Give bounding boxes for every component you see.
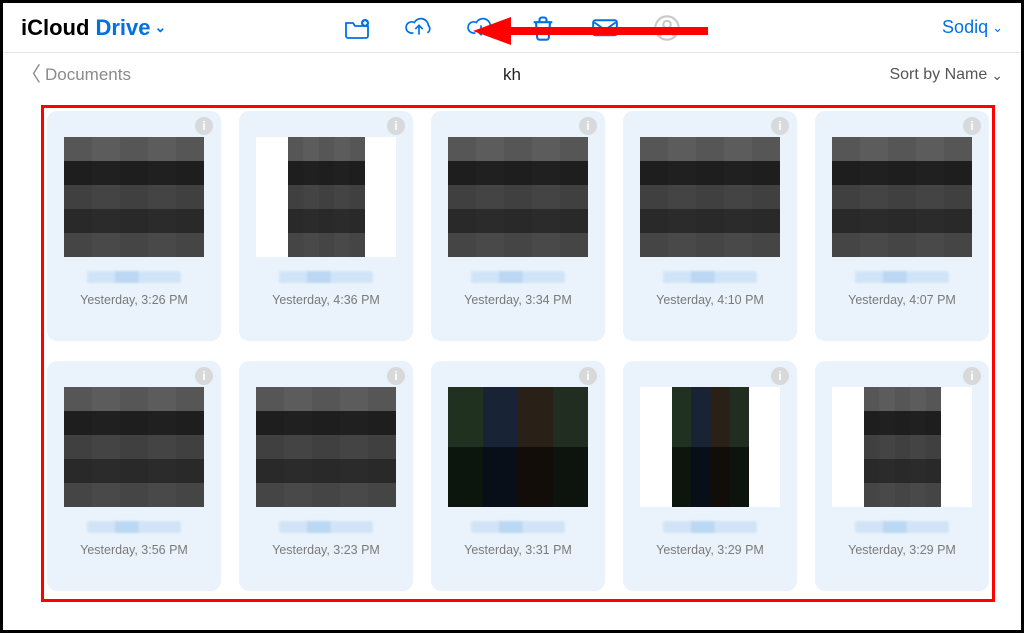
- file-thumbnail: [640, 387, 780, 507]
- file-tile[interactable]: i Yesterday, 3:23 PM: [239, 361, 413, 591]
- file-tile[interactable]: i Yesterday, 4:07 PM: [815, 111, 989, 341]
- cloud-download-icon[interactable]: [467, 15, 495, 41]
- file-name-redacted: [279, 271, 374, 283]
- info-icon[interactable]: i: [963, 367, 981, 385]
- file-timestamp: Yesterday, 4:36 PM: [272, 293, 380, 307]
- file-tile[interactable]: i Yesterday, 3:31 PM: [431, 361, 605, 591]
- file-timestamp: Yesterday, 3:56 PM: [80, 543, 188, 557]
- file-timestamp: Yesterday, 3:34 PM: [464, 293, 572, 307]
- file-timestamp: Yesterday, 4:07 PM: [848, 293, 956, 307]
- file-name-redacted: [663, 271, 758, 283]
- info-icon[interactable]: i: [387, 117, 405, 135]
- info-icon[interactable]: i: [771, 367, 789, 385]
- file-tile[interactable]: i Yesterday, 4:36 PM: [239, 111, 413, 341]
- info-icon[interactable]: i: [771, 117, 789, 135]
- brand-icloud: iCloud: [21, 15, 89, 41]
- file-tile[interactable]: i Yesterday, 3:26 PM: [47, 111, 221, 341]
- file-name-redacted: [87, 521, 182, 533]
- back-label: Documents: [45, 65, 131, 85]
- user-name: Sodiq: [942, 17, 988, 38]
- toolbar-actions: [343, 15, 681, 41]
- chevron-left-icon: 〈: [21, 65, 41, 85]
- file-name-redacted: [855, 271, 950, 283]
- info-icon[interactable]: i: [963, 117, 981, 135]
- file-tile[interactable]: i Yesterday, 3:56 PM: [47, 361, 221, 591]
- file-tile[interactable]: i Yesterday, 3:29 PM: [623, 361, 797, 591]
- cloud-upload-icon[interactable]: [405, 15, 433, 41]
- info-icon[interactable]: i: [579, 367, 597, 385]
- mail-icon[interactable]: [591, 15, 619, 41]
- back-button[interactable]: 〈 Documents: [21, 65, 131, 85]
- file-name-redacted: [855, 521, 950, 533]
- file-thumbnail: [832, 387, 972, 507]
- info-icon[interactable]: i: [195, 117, 213, 135]
- file-timestamp: Yesterday, 3:31 PM: [464, 543, 572, 557]
- sort-label: Sort by Name: [889, 66, 987, 84]
- new-folder-icon[interactable]: [343, 15, 371, 41]
- trash-icon[interactable]: [529, 15, 557, 41]
- file-thumbnail: [448, 387, 588, 507]
- file-tile[interactable]: i Yesterday, 3:34 PM: [431, 111, 605, 341]
- file-thumbnail: [256, 387, 396, 507]
- file-name-redacted: [471, 521, 566, 533]
- file-thumbnail: [448, 137, 588, 257]
- chevron-down-icon: ⌄: [991, 67, 1003, 84]
- file-tile[interactable]: i Yesterday, 4:10 PM: [623, 111, 797, 341]
- file-timestamp: Yesterday, 3:29 PM: [656, 543, 764, 557]
- subheader: 〈 Documents kh Sort by Name ⌄: [3, 53, 1021, 97]
- file-thumbnail: [640, 137, 780, 257]
- info-icon[interactable]: i: [579, 117, 597, 135]
- sort-dropdown[interactable]: Sort by Name ⌄: [889, 66, 1003, 84]
- file-thumbnail: [64, 137, 204, 257]
- info-icon[interactable]: i: [195, 367, 213, 385]
- info-icon[interactable]: i: [387, 367, 405, 385]
- file-timestamp: Yesterday, 4:10 PM: [656, 293, 764, 307]
- file-name-redacted: [279, 521, 374, 533]
- file-thumbnail: [832, 137, 972, 257]
- profile-icon[interactable]: [653, 15, 681, 41]
- file-name-redacted: [87, 271, 182, 283]
- file-name-redacted: [663, 521, 758, 533]
- user-menu[interactable]: Sodiq ⌄: [942, 17, 1003, 38]
- chevron-down-icon: ⌄: [992, 20, 1003, 36]
- file-name-redacted: [471, 271, 566, 283]
- file-tile[interactable]: i Yesterday, 3:29 PM: [815, 361, 989, 591]
- file-timestamp: Yesterday, 3:26 PM: [80, 293, 188, 307]
- chevron-down-icon: ⌄: [154, 19, 166, 36]
- brand-dropdown[interactable]: iCloud Drive ⌄: [21, 15, 166, 41]
- file-thumbnail: [256, 137, 396, 257]
- toolbar: iCloud Drive ⌄ Sodiq ⌄: [3, 3, 1021, 53]
- file-thumbnail: [64, 387, 204, 507]
- folder-title: kh: [503, 65, 521, 85]
- file-grid: i Yesterday, 3:26 PM i Yesterday, 4:36 PM i Y…: [47, 111, 989, 596]
- brand-drive: Drive: [95, 15, 150, 41]
- file-timestamp: Yesterday, 3:29 PM: [848, 543, 956, 557]
- file-timestamp: Yesterday, 3:23 PM: [272, 543, 380, 557]
